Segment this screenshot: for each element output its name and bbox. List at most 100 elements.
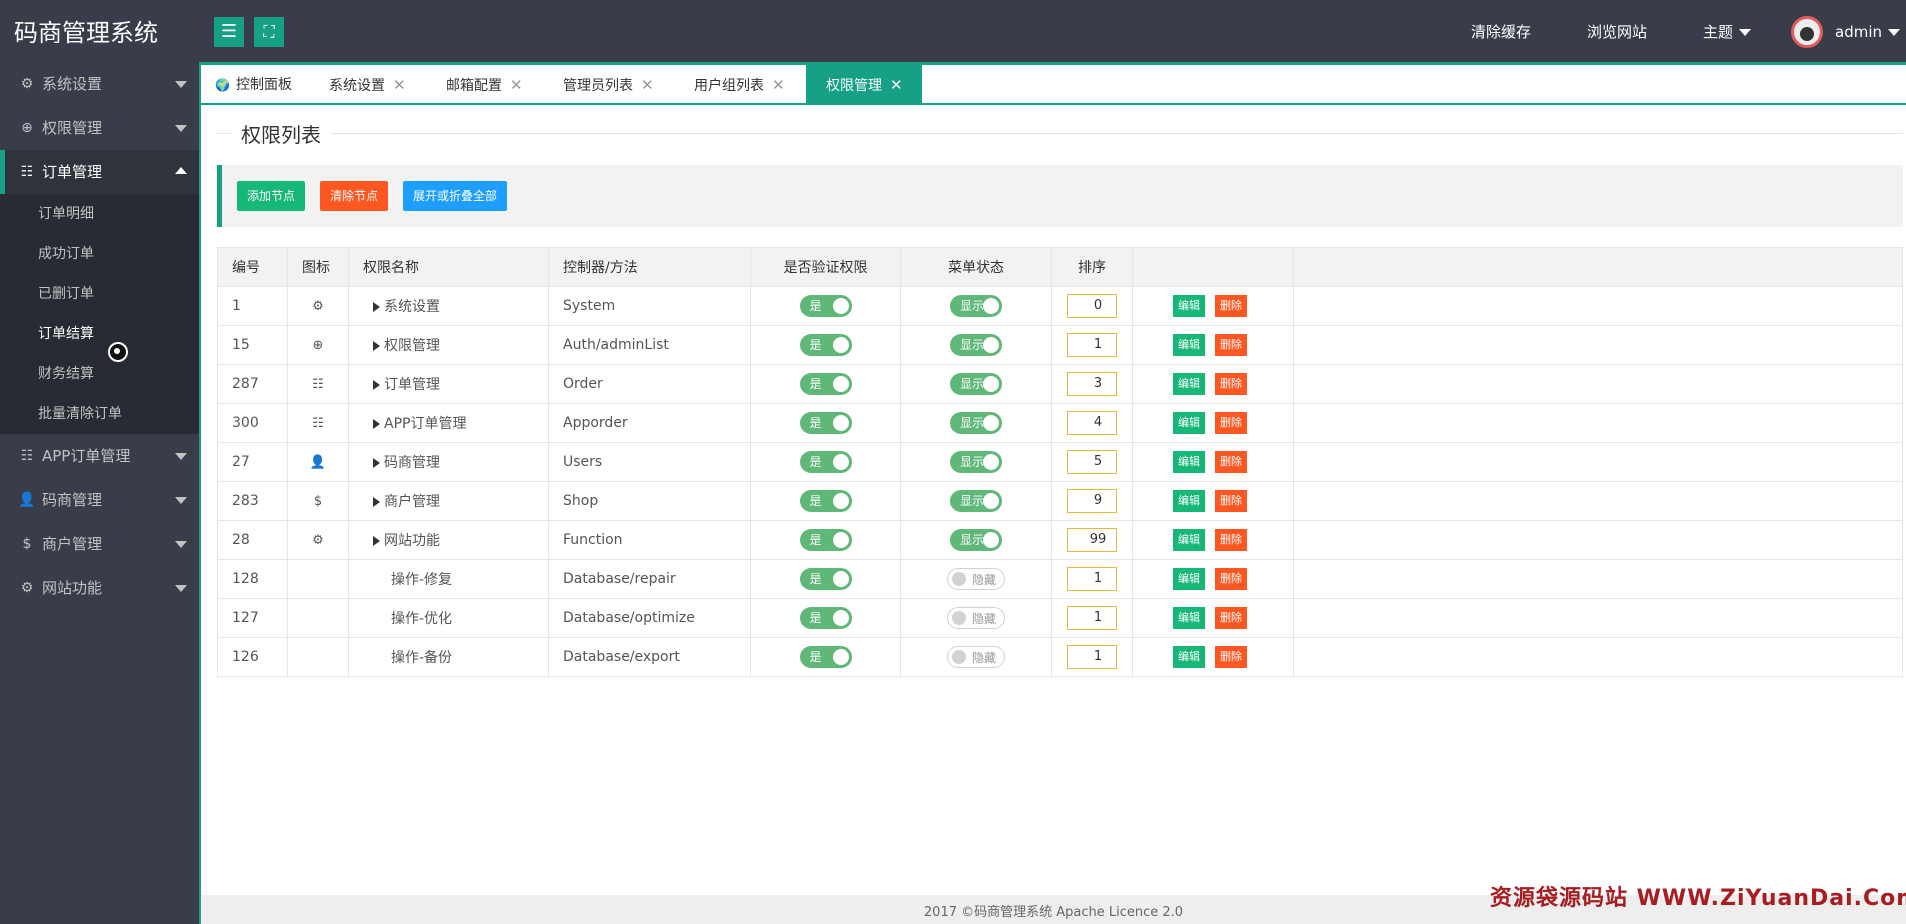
edit-button[interactable]: 编辑 (1173, 295, 1205, 317)
sidebar-item-orders[interactable]: ☷ 订单管理 (0, 150, 199, 194)
menu-status-toggle[interactable]: 显示 (950, 373, 1002, 395)
menu-status-toggle[interactable]: 显示 (950, 295, 1002, 317)
delete-button[interactable]: 删除 (1215, 295, 1247, 317)
auth-toggle[interactable]: 是 (799, 529, 852, 551)
tab-system-settings[interactable]: 系统设置 ✕ (329, 65, 406, 105)
menu-status-toggle[interactable]: 显示 (950, 334, 1002, 356)
tab-permissions[interactable]: 权限管理 ✕ (806, 65, 922, 105)
sort-input[interactable]: 1 (1067, 333, 1117, 357)
menu-status-toggle[interactable]: 隐藏 (947, 568, 1005, 590)
expand-collapse-button[interactable]: 展开或折叠全部 (403, 181, 508, 211)
delete-button[interactable]: 删除 (1215, 373, 1247, 395)
delete-button[interactable]: 删除 (1215, 490, 1247, 512)
delete-button[interactable]: 删除 (1215, 412, 1247, 434)
clear-node-button[interactable]: 清除节点 (320, 181, 389, 211)
auth-toggle[interactable]: 是 (799, 295, 852, 317)
clear-cache-link[interactable]: 清除缓存 (1471, 0, 1531, 62)
menu-status-toggle[interactable]: 显示 (950, 451, 1002, 473)
sort-input[interactable]: 4 (1067, 411, 1117, 435)
edit-button[interactable]: 编辑 (1173, 412, 1205, 434)
sidebar-item-permissions[interactable]: ⊕ 权限管理 (0, 106, 199, 150)
sort-input[interactable]: 5 (1067, 450, 1117, 474)
expand-triangle-icon[interactable] (373, 419, 380, 429)
submenu-item-order-settlement[interactable]: 订单结算 (38, 314, 94, 354)
menu-status-toggle[interactable]: 显示 (950, 529, 1002, 551)
tab-admin-list[interactable]: 管理员列表 ✕ (563, 65, 654, 105)
header-name: 权限名称 (348, 247, 549, 287)
tab-dashboard[interactable]: 🌍 控制面板 (215, 65, 292, 105)
auth-toggle[interactable]: 是 (799, 412, 852, 434)
sort-input[interactable]: 0 (1067, 294, 1117, 318)
delete-button[interactable]: 删除 (1215, 646, 1247, 668)
auth-toggle[interactable]: 是 (799, 490, 852, 512)
theme-dropdown[interactable]: 主题 (1703, 0, 1752, 62)
app-logo: 码商管理系统 (14, 19, 158, 47)
edit-button[interactable]: 编辑 (1173, 490, 1205, 512)
sort-input[interactable]: 1 (1067, 567, 1117, 591)
submenu-item-finance-settlement[interactable]: 财务结算 (38, 354, 94, 394)
add-node-button[interactable]: 添加节点 (237, 181, 306, 211)
sidebar-item-system-settings[interactable]: ⚙ 系统设置 (0, 62, 199, 106)
menu-status-toggle[interactable]: 隐藏 (947, 607, 1005, 629)
sort-input[interactable]: 9 (1067, 489, 1117, 513)
auth-toggle-label: 是 (809, 494, 822, 508)
sort-input[interactable]: 99 (1067, 528, 1117, 552)
sort-input[interactable]: 1 (1067, 606, 1117, 630)
tab-email-config[interactable]: 邮箱配置 ✕ (446, 65, 523, 105)
edit-button[interactable]: 编辑 (1173, 568, 1205, 590)
auth-toggle[interactable]: 是 (799, 451, 852, 473)
sidebar-item-code-merchants[interactable]: 👤 码商管理 (0, 478, 199, 522)
auth-toggle[interactable]: 是 (799, 568, 852, 590)
submenu-item-bulk-clear-orders[interactable]: 批量清除订单 (38, 394, 122, 434)
close-icon[interactable]: ✕ (772, 76, 785, 94)
edit-button[interactable]: 编辑 (1173, 607, 1205, 629)
delete-button[interactable]: 删除 (1215, 334, 1247, 356)
cell-icon (287, 598, 349, 638)
sort-input[interactable]: 3 (1067, 372, 1117, 396)
auth-toggle[interactable]: 是 (799, 607, 852, 629)
browse-site-link[interactable]: 浏览网站 (1587, 0, 1647, 62)
close-icon[interactable]: ✕ (510, 76, 523, 94)
delete-button[interactable]: 删除 (1215, 451, 1247, 473)
sidebar-item-app-orders[interactable]: ☷ APP订单管理 (0, 434, 199, 478)
auth-toggle[interactable]: 是 (799, 373, 852, 395)
close-icon[interactable]: ✕ (393, 76, 406, 94)
fullscreen-button[interactable]: ⛶ (254, 17, 284, 47)
sidebar-item-merchants[interactable]: $ 商户管理 (0, 522, 199, 566)
fullscreen-icon: ⛶ (263, 22, 275, 41)
menu-status-toggle[interactable]: 隐藏 (947, 646, 1005, 668)
menu-toggle-button[interactable]: ☰ (214, 17, 244, 47)
delete-button[interactable]: 删除 (1215, 568, 1247, 590)
auth-toggle[interactable]: 是 (799, 334, 852, 356)
header-spacer (1293, 247, 1903, 287)
menu-status-label: 显示 (960, 416, 985, 430)
close-icon[interactable]: ✕ (890, 76, 903, 94)
submenu-item-deleted-orders[interactable]: 已删订单 (38, 274, 94, 314)
edit-button[interactable]: 编辑 (1173, 451, 1205, 473)
cell-actions: 编辑 删除 (1132, 442, 1294, 482)
menu-status-toggle[interactable]: 显示 (950, 490, 1002, 512)
avatar[interactable] (1791, 16, 1823, 48)
submenu-item-success-orders[interactable]: 成功订单 (38, 234, 94, 274)
edit-button[interactable]: 编辑 (1173, 646, 1205, 668)
edit-button[interactable]: 编辑 (1173, 373, 1205, 395)
expand-triangle-icon[interactable] (373, 341, 380, 351)
tab-user-group-list[interactable]: 用户组列表 ✕ (694, 65, 785, 105)
expand-triangle-icon[interactable] (373, 458, 380, 468)
expand-triangle-icon[interactable] (373, 497, 380, 507)
expand-triangle-icon[interactable] (373, 536, 380, 546)
auth-toggle[interactable]: 是 (799, 646, 852, 668)
sidebar-item-site-functions[interactable]: ⚙ 网站功能 (0, 566, 199, 610)
menu-status-toggle[interactable]: 显示 (950, 412, 1002, 434)
sort-input[interactable]: 1 (1067, 645, 1117, 669)
close-icon[interactable]: ✕ (641, 76, 654, 94)
edit-button[interactable]: 编辑 (1173, 334, 1205, 356)
expand-triangle-icon[interactable] (373, 380, 380, 390)
submenu-item-order-details[interactable]: 订单明细 (38, 194, 94, 234)
user-dropdown[interactable]: admin (1835, 0, 1900, 62)
edit-button[interactable]: 编辑 (1173, 529, 1205, 551)
row-icon: ⊕ (312, 338, 324, 353)
expand-triangle-icon[interactable] (373, 302, 380, 312)
delete-button[interactable]: 删除 (1215, 607, 1247, 629)
delete-button[interactable]: 删除 (1215, 529, 1247, 551)
